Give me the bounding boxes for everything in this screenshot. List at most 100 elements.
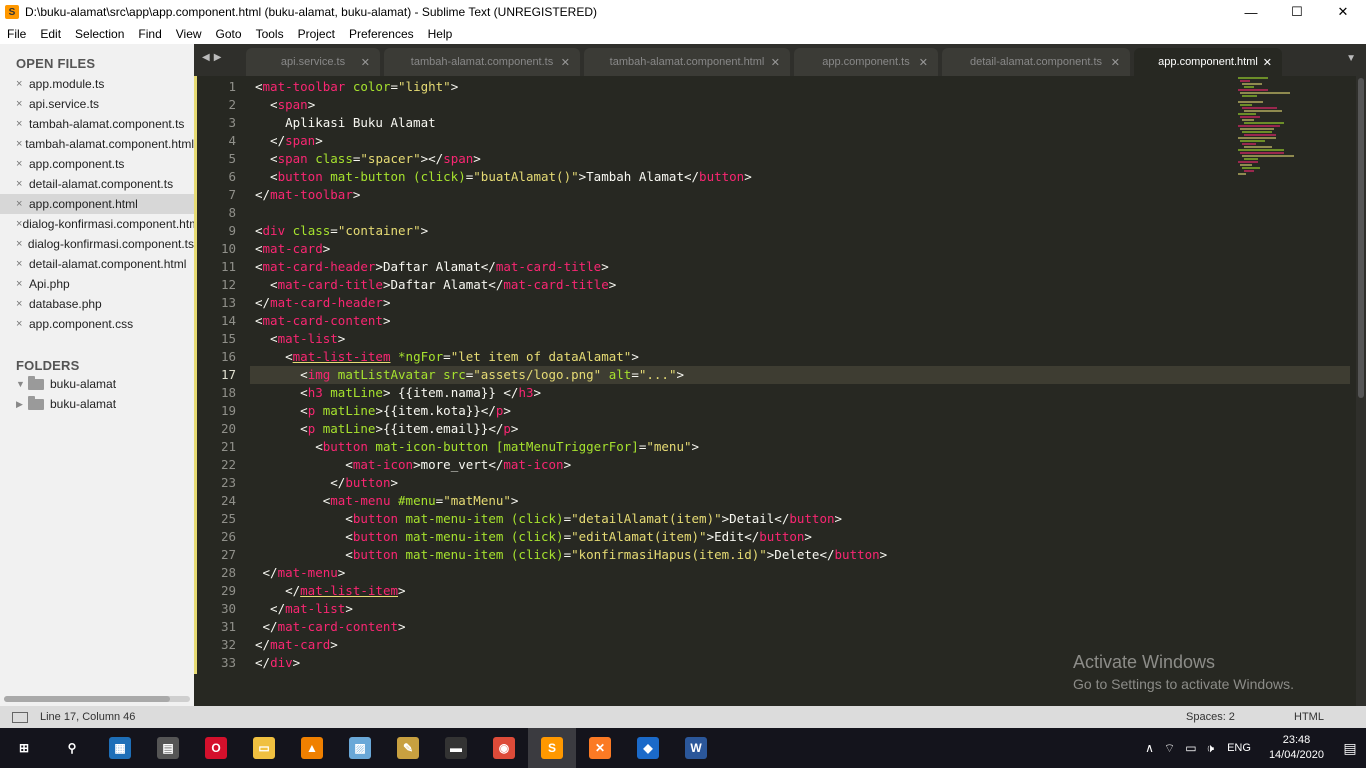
expanded-arrow-icon[interactable]: ▼ [16,379,28,389]
code-line[interactable]: <mat-icon>more_vert</mat-icon> [255,456,887,474]
sidebar-horizontal-scrollbar[interactable] [4,696,190,702]
open-file-item[interactable]: × app.component.ts [0,154,194,174]
code-content[interactable]: <mat-toolbar color="light"> <span> Aplik… [255,78,887,672]
taskbar-button[interactable]: W [672,728,720,768]
code-line[interactable]: <button mat-menu-item (click)="konfirmas… [255,546,887,564]
wifi-icon[interactable]: ⌔ [1164,741,1175,756]
code-line[interactable]: <mat-card-title>Daftar Alamat</mat-card-… [255,276,887,294]
close-file-icon[interactable]: × [16,318,29,330]
taskbar-button[interactable]: ▬ [432,728,480,768]
language-indicator[interactable]: ENG [1227,742,1251,754]
close-file-icon[interactable]: × [16,298,29,310]
clock[interactable]: 23:48 14/04/2020 [1269,733,1324,763]
menu-help[interactable]: Help [421,27,460,41]
code-line[interactable]: <mat-card> [255,240,887,258]
open-file-item[interactable]: × database.php [0,294,194,314]
taskbar-button[interactable]: ▨ [336,728,384,768]
collapsed-arrow-icon[interactable]: ▶ [16,399,28,410]
close-file-icon[interactable]: × [16,198,29,210]
scrollbar-thumb[interactable] [4,696,170,702]
tab-api-service-ts[interactable]: api.service.ts ✕ [246,48,380,76]
code-line[interactable]: <button mat-button (click)="buatAlamat()… [255,168,887,186]
code-editor[interactable]: 1 2 3 4 5 6 7 8 9 10 11 12 13 14 15 16 17 18 19 20 21 22 23 24 2… [194,76,1366,706]
taskbar-button[interactable]: ⊞ [0,728,48,768]
open-file-item[interactable]: × detail-alamat.component.ts [0,174,194,194]
taskbar-button[interactable]: ▦ [96,728,144,768]
tab-close-icon[interactable]: ✕ [361,56,370,69]
tab-close-icon[interactable]: ✕ [1263,56,1272,69]
close-file-icon[interactable]: × [16,258,29,270]
tab-tambah-alamat-component-ts[interactable]: tambah-alamat.component.ts ✕ [384,48,580,76]
code-line[interactable]: <button mat-menu-item (click)="detailAla… [255,510,887,528]
volume-icon[interactable]: 🕩 [1207,741,1215,756]
open-file-item[interactable]: × app.component.css [0,314,194,334]
open-file-item[interactable]: × tambah-alamat.component.ts [0,114,194,134]
code-line[interactable]: <mat-card-header>Daftar Alamat</mat-card… [255,258,887,276]
code-line[interactable]: </mat-list> [255,600,887,618]
code-line[interactable]: <mat-menu #menu="matMenu"> [255,492,887,510]
code-line[interactable]: <mat-toolbar color="light"> [255,78,887,96]
menu-selection[interactable]: Selection [68,27,131,41]
code-line[interactable]: <h3 matLine> {{item.nama}} </h3> [255,384,887,402]
taskbar-button[interactable]: S [528,728,576,768]
menu-tools[interactable]: Tools [249,27,291,41]
close-file-icon[interactable]: × [16,98,29,110]
code-line[interactable]: <span> [255,96,887,114]
taskbar-button[interactable]: ▤ [144,728,192,768]
tab-app-component-html[interactable]: app.component.html ✕ [1134,48,1282,76]
tab-navigation-arrows-icon[interactable]: ◀▶ [202,52,225,63]
open-file-item[interactable]: × dialog-konfirmasi.component.ts [0,234,194,254]
taskbar-button[interactable]: ▭ [240,728,288,768]
tab-detail-alamat-component-ts[interactable]: detail-alamat.component.ts ✕ [942,48,1130,76]
code-line[interactable]: </button> [255,474,887,492]
indentation-setting[interactable]: Spaces: 2 [1186,711,1235,723]
taskbar-button[interactable]: ◆ [624,728,672,768]
code-line[interactable]: </mat-card-header> [255,294,887,312]
tray-chevron-up-icon[interactable]: ∧ [1145,741,1154,755]
editor-vertical-scrollbar[interactable] [1356,76,1366,706]
code-line[interactable]: <mat-list-item *ngFor="let item of dataA… [255,348,887,366]
close-file-icon[interactable]: × [16,238,28,250]
menu-file[interactable]: File [0,27,33,41]
tab-close-icon[interactable]: ✕ [561,56,570,69]
folder-item[interactable]: ▼ buku-alamat [0,374,194,394]
open-file-item[interactable]: × dialog-konfirmasi.component.html [0,214,194,234]
code-line[interactable]: </mat-toolbar> [255,186,887,204]
code-line[interactable]: <span class="spacer"></span> [255,150,887,168]
panel-toggle-icon[interactable] [12,711,28,723]
folder-item[interactable]: ▶ buku-alamat [0,394,194,414]
tab-app-component-ts[interactable]: app.component.ts ✕ [794,48,938,76]
code-line[interactable]: </mat-card-content> [255,618,887,636]
battery-icon[interactable]: ▭ [1185,741,1196,755]
open-file-item[interactable]: × detail-alamat.component.html [0,254,194,274]
menu-goto[interactable]: Goto [209,27,249,41]
tab-dropdown-icon[interactable]: ▼ [1346,53,1356,64]
open-file-item[interactable]: × app.module.ts [0,74,194,94]
code-line[interactable]: </span> [255,132,887,150]
close-file-icon[interactable]: × [16,118,29,130]
close-button[interactable]: ✕ [1320,0,1366,24]
scrollbar-thumb[interactable] [1358,78,1364,398]
code-line[interactable]: </mat-menu> [255,564,887,582]
taskbar-button[interactable]: ◉ [480,728,528,768]
code-line[interactable]: <img matListAvatar src = "assets/logo.png"… [255,366,887,384]
code-line[interactable]: <mat-list> [255,330,887,348]
code-line[interactable]: </div> [255,654,887,672]
code-line[interactable]: <p matLine>{{item.email}}</p> [255,420,887,438]
tab-tambah-alamat-component-html[interactable]: tambah-alamat.component.html ✕ [584,48,790,76]
maximize-button[interactable]: ☐ [1274,0,1320,24]
notification-icon[interactable]: ▤ [1334,740,1366,757]
tab-close-icon[interactable]: ✕ [771,56,780,69]
taskbar-button[interactable]: ✎ [384,728,432,768]
taskbar-button[interactable]: O [192,728,240,768]
code-line[interactable]: Aplikasi Buku Alamat [255,114,887,132]
code-line[interactable]: </mat-card> [255,636,887,654]
code-line[interactable]: <mat-card-content> [255,312,887,330]
open-file-item[interactable]: × Api.php [0,274,194,294]
close-file-icon[interactable]: × [16,158,29,170]
close-file-icon[interactable]: × [16,178,29,190]
taskbar-button[interactable]: ▲ [288,728,336,768]
open-file-item[interactable]: × tambah-alamat.component.html [0,134,194,154]
open-file-item[interactable]: × app.component.html [0,194,194,214]
menu-edit[interactable]: Edit [33,27,68,41]
